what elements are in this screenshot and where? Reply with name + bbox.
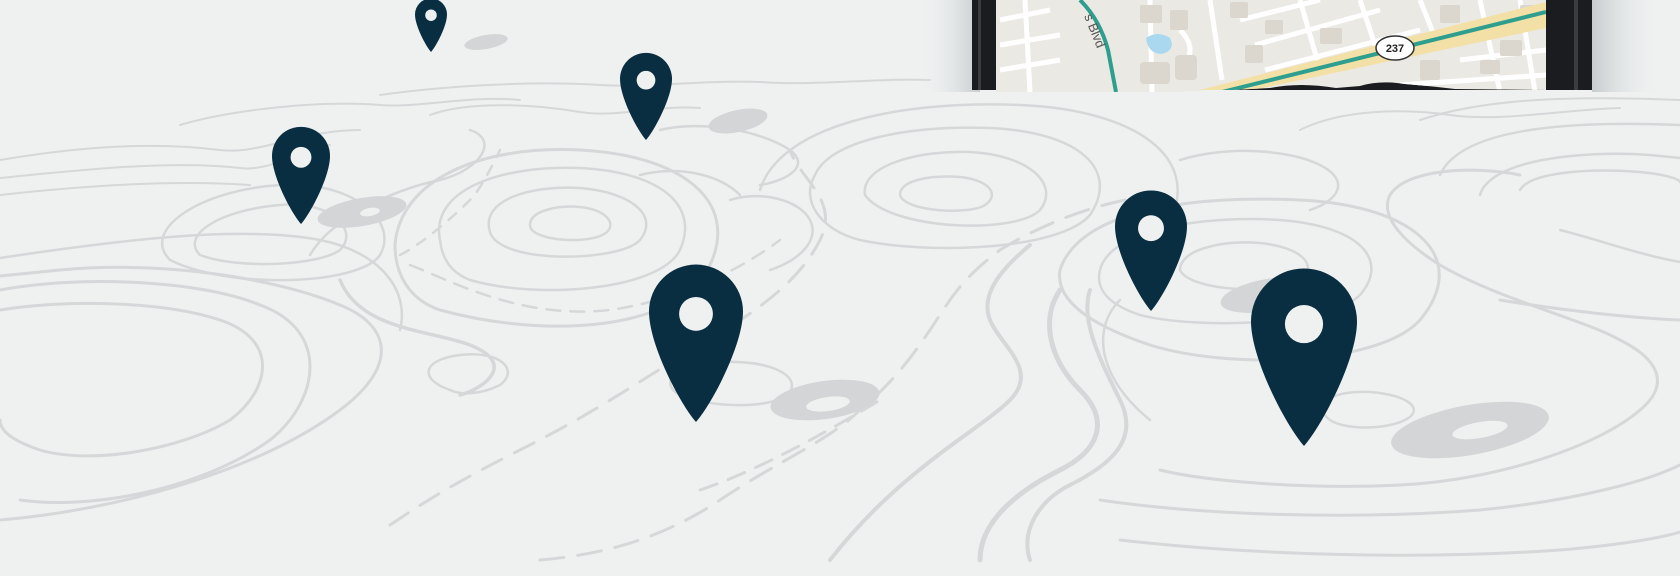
map-pin-icon xyxy=(1251,268,1357,446)
map-pin-icon xyxy=(620,52,672,140)
contour-lines xyxy=(0,78,1680,563)
phone-screen-map xyxy=(996,0,1546,92)
pin-body xyxy=(1251,268,1357,446)
pin-body xyxy=(620,52,672,140)
pin-body xyxy=(649,264,743,422)
map-pin-icon xyxy=(649,264,743,422)
pin-hole xyxy=(636,70,656,90)
phone-glow-left xyxy=(920,0,980,92)
phone-glow-right xyxy=(1592,0,1662,92)
route-shield-label: 237 xyxy=(1386,43,1404,55)
topographic-map-illustration: s Blvd 237 xyxy=(0,0,1680,576)
pin-body xyxy=(415,0,447,52)
scene-svg: s Blvd 237 xyxy=(0,0,1680,563)
map-pin-icon xyxy=(1115,190,1187,311)
pin-shadows xyxy=(317,34,1549,459)
route-shield: 237 xyxy=(1375,35,1415,61)
pin-hole xyxy=(1284,305,1324,344)
phone-device: s Blvd 237 xyxy=(920,0,1662,92)
pin-hole xyxy=(1138,215,1164,242)
pin-body xyxy=(1115,190,1187,311)
pin-hole xyxy=(290,146,312,168)
map-pin-icon xyxy=(415,0,447,52)
pin-hole xyxy=(425,9,437,21)
pin-hole xyxy=(679,296,713,331)
